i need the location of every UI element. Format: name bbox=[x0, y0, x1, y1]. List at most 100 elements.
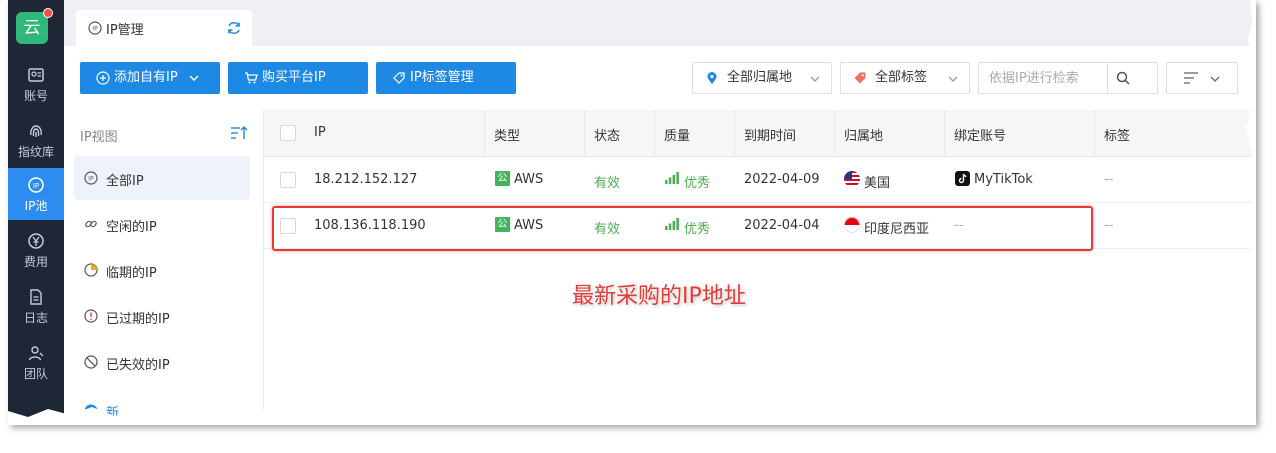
nav-label-log: 日志 bbox=[23, 311, 48, 325]
region-select-value: 全部归属地 bbox=[727, 70, 793, 85]
nav-label-cost: 费用 bbox=[23, 255, 48, 269]
svg-text:IP: IP bbox=[88, 176, 94, 183]
sort-ascending-icon[interactable] bbox=[230, 125, 248, 141]
nav-item-ip-pool[interactable]: IP IP池 bbox=[8, 168, 64, 220]
cell-account[interactable]: MyTikTok bbox=[974, 172, 1033, 187]
search-button[interactable] bbox=[1107, 63, 1137, 93]
ip-icon: IP bbox=[84, 171, 98, 185]
us-flag-icon bbox=[844, 171, 860, 187]
column-header-status[interactable]: 状态 bbox=[594, 125, 620, 144]
fingerprint-icon bbox=[30, 125, 42, 137]
refresh-icon[interactable] bbox=[226, 20, 242, 36]
nav-item-team[interactable]: 团队 bbox=[8, 336, 64, 388]
nav-label-ip-pool: IP池 bbox=[24, 199, 48, 213]
nav-item-cost[interactable]: 费用 bbox=[8, 224, 64, 276]
tag-select[interactable]: 全部标签 bbox=[840, 62, 970, 94]
column-header-tag[interactable]: 标签 bbox=[1104, 125, 1130, 144]
cell-type: AWS bbox=[514, 172, 544, 187]
column-header-type[interactable]: 类型 bbox=[494, 125, 520, 144]
ip-tag-management-button[interactable]: IP标签管理 bbox=[376, 62, 516, 94]
view-item-all-ip[interactable]: IP 全部IP bbox=[74, 156, 250, 200]
disabled-ip-icon bbox=[84, 355, 98, 369]
add-own-ip-label: 添加自有IP bbox=[114, 70, 178, 85]
location-pin-icon bbox=[707, 72, 717, 84]
ip-tag-management-label: IP标签管理 bbox=[410, 70, 474, 85]
tag-color-icon bbox=[854, 72, 866, 84]
log-icon bbox=[30, 289, 42, 305]
chevron-down-icon bbox=[189, 75, 199, 81]
tab-ip-management[interactable]: IP IP管理 bbox=[76, 10, 252, 46]
nav-item-fingerprint[interactable]: 指纹库 bbox=[8, 114, 64, 166]
nav-item-account[interactable]: 账号 bbox=[8, 58, 64, 110]
ip-table: IP 类型 状态 质量 到期时间 归属地 绑定账号 标签 18.212.152.… bbox=[264, 110, 1256, 425]
cell-status: 有效 bbox=[594, 176, 621, 191]
timer-icon bbox=[84, 263, 98, 277]
signal-bars-icon bbox=[665, 172, 679, 184]
region-select[interactable]: 全部归属地 bbox=[692, 62, 832, 94]
ip-search bbox=[978, 62, 1158, 94]
view-item-label: 临期的IP bbox=[106, 266, 157, 281]
nav-label-account: 账号 bbox=[23, 89, 48, 103]
yen-icon bbox=[28, 233, 44, 249]
column-header-quality[interactable]: 质量 bbox=[664, 125, 690, 144]
torn-edge-right bbox=[1246, 0, 1256, 425]
tab-label: IP管理 bbox=[106, 23, 144, 38]
sort-lines-icon bbox=[1184, 72, 1198, 84]
cell-tag: -- bbox=[1104, 172, 1114, 187]
column-header-region[interactable]: 归属地 bbox=[844, 125, 883, 144]
cell-expiry: 2022-04-09 bbox=[744, 172, 820, 187]
annotation-text: 最新采购的IP地址 bbox=[572, 284, 746, 309]
account-icon bbox=[28, 68, 44, 82]
buy-platform-ip-label: 购买平台IP bbox=[262, 70, 326, 85]
cell-region: 美国 bbox=[864, 176, 891, 191]
link-icon bbox=[85, 220, 97, 228]
view-item-expiring-ip[interactable]: 临期的IP bbox=[74, 248, 250, 292]
search-icon bbox=[1116, 71, 1130, 85]
cell-quality: 优秀 bbox=[684, 176, 711, 191]
column-header-expiry[interactable]: 到期时间 bbox=[744, 125, 796, 144]
nav-label-team: 团队 bbox=[23, 367, 48, 381]
public-type-badge: 公 bbox=[495, 171, 510, 186]
nav-item-log[interactable]: 日志 bbox=[8, 280, 64, 332]
sort-select[interactable] bbox=[1166, 62, 1238, 94]
team-icon bbox=[28, 346, 44, 361]
chevron-down-icon bbox=[1210, 76, 1220, 82]
select-all-checkbox[interactable] bbox=[280, 125, 296, 141]
cart-icon bbox=[245, 72, 258, 84]
tiktok-icon bbox=[955, 171, 970, 186]
nav-label-fingerprint: 指纹库 bbox=[17, 145, 54, 159]
exclamation-icon bbox=[84, 309, 98, 323]
table-header: IP 类型 状态 质量 到期时间 归属地 绑定账号 标签 bbox=[264, 110, 1256, 157]
ip-search-input[interactable] bbox=[979, 63, 1107, 93]
add-own-ip-button[interactable]: 添加自有IP bbox=[80, 62, 220, 94]
ip-pool-icon: IP bbox=[28, 177, 44, 193]
view-item-invalid-ip[interactable]: 已失效的IP bbox=[74, 340, 250, 384]
app-logo[interactable]: 云 bbox=[16, 12, 48, 44]
ip-icon: IP bbox=[88, 21, 102, 35]
view-item-idle-ip[interactable]: 空闲的IP bbox=[74, 202, 250, 246]
column-header-account[interactable]: 绑定账号 bbox=[954, 125, 1006, 144]
buy-platform-ip-button[interactable]: 购买平台IP bbox=[228, 62, 368, 94]
svg-text:IP: IP bbox=[92, 26, 98, 33]
column-header-ip[interactable]: IP bbox=[314, 125, 326, 140]
plus-circle-icon bbox=[96, 71, 110, 85]
view-item-expired-ip[interactable]: 已过期的IP bbox=[74, 294, 250, 338]
view-item-label: 已过期的IP bbox=[106, 312, 170, 327]
highlight-box bbox=[272, 206, 1093, 251]
table-row[interactable]: 18.212.152.127 公 AWS 有效 优秀 2022-04-09 美国… bbox=[264, 157, 1256, 203]
torn-edge-bottom bbox=[8, 407, 1256, 425]
row-checkbox[interactable] bbox=[280, 172, 296, 188]
view-item-label: 全部IP bbox=[106, 174, 144, 189]
ip-view-panel: IP视图 IP 全部IP 空闲的IP 临期的IP 已过期的IP 已失效的IP 新… bbox=[64, 110, 264, 425]
panel-title: IP视图 bbox=[80, 130, 118, 145]
tag-icon bbox=[393, 72, 405, 84]
chevron-down-icon bbox=[948, 76, 958, 82]
cell-tag: -- bbox=[1104, 218, 1114, 233]
view-item-label: 空闲的IP bbox=[106, 220, 157, 235]
chevron-down-icon bbox=[810, 76, 820, 82]
view-item-label: 已失效的IP bbox=[106, 358, 170, 373]
svg-text:IP: IP bbox=[33, 182, 39, 190]
main-sidebar: 云 账号 指纹库 IP IP池 费用 日志 团队 bbox=[8, 0, 64, 425]
tag-select-value: 全部标签 bbox=[875, 70, 928, 85]
tab-bar: IP IP管理 bbox=[64, 0, 1256, 46]
